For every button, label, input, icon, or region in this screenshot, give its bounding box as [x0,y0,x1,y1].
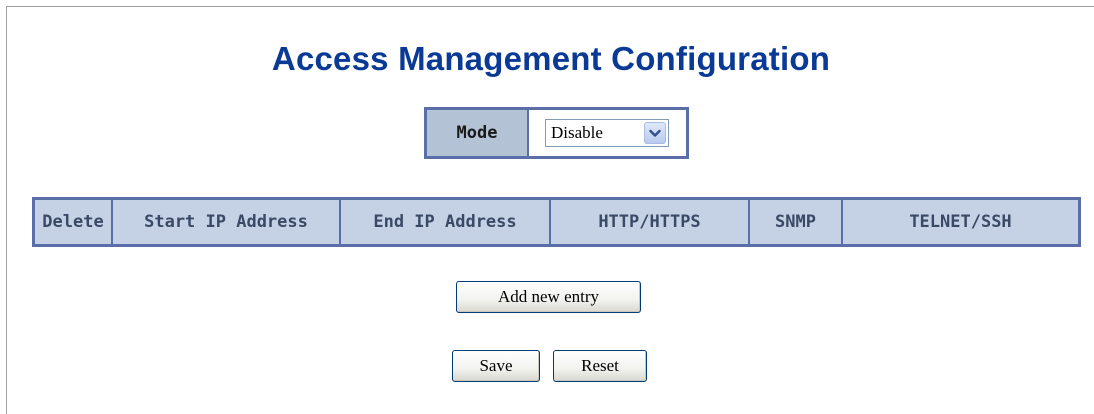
reset-button[interactable]: Reset [553,350,647,382]
mode-select[interactable]: Disable [545,119,669,147]
config-panel: Access Management Configuration Mode Dis… [6,6,1094,414]
column-header-snmp: SNMP [750,200,843,244]
save-button[interactable]: Save [452,350,540,382]
column-header-telnet-ssh: TELNET/SSH [909,212,1012,232]
column-header-delete: Delete [35,200,113,244]
mode-label: Mode [427,110,529,156]
column-header-end-ip: End IP Address [341,200,551,244]
page-title: Access Management Configuration [271,40,831,77]
mode-table: Mode Disable [424,107,689,159]
column-header-http-https: HTTP/HTTPS [551,200,750,244]
access-entries-table: Delete Start IP Address End IP Address H… [32,197,1081,247]
mode-select-value: Disable [551,123,603,142]
column-header-start-ip: Start IP Address [113,200,341,244]
chevron-down-icon[interactable] [644,122,666,144]
add-new-entry-button[interactable]: Add new entry [456,281,641,313]
mode-cell: Disable [529,110,686,156]
